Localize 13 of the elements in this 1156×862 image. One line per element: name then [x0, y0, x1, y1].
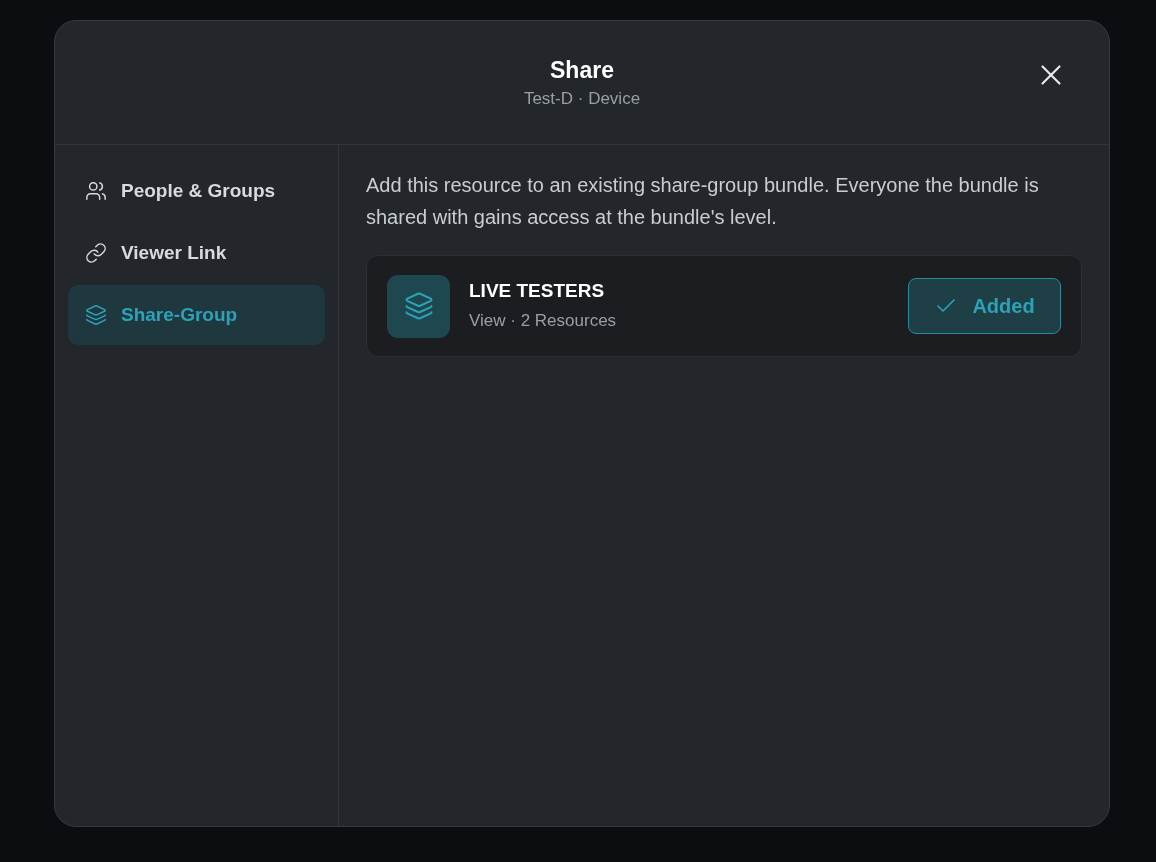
people-icon	[85, 180, 107, 202]
sidebar-tab[interactable]: Viewer Link	[68, 223, 325, 283]
group-meta: View · 2 Resources	[469, 310, 618, 332]
layers-icon	[85, 304, 107, 326]
dialog-title: Share	[550, 56, 614, 85]
sidebar-tab[interactable]: Share-Group	[68, 285, 325, 345]
group-name: LIVE TESTERS	[469, 280, 606, 302]
link-icon	[85, 242, 107, 264]
layers-tile-icon	[387, 274, 450, 338]
added-button[interactable]: Added	[908, 278, 1061, 334]
description-text: Add this resource to an existing share-group bundle. Everyone the bundle is shared with gains access at the bundle's level.	[366, 173, 1040, 230]
sidebar-tab[interactable]: People & Groups	[68, 161, 325, 221]
dialog-subtitle: Test-D · Device	[523, 88, 641, 110]
